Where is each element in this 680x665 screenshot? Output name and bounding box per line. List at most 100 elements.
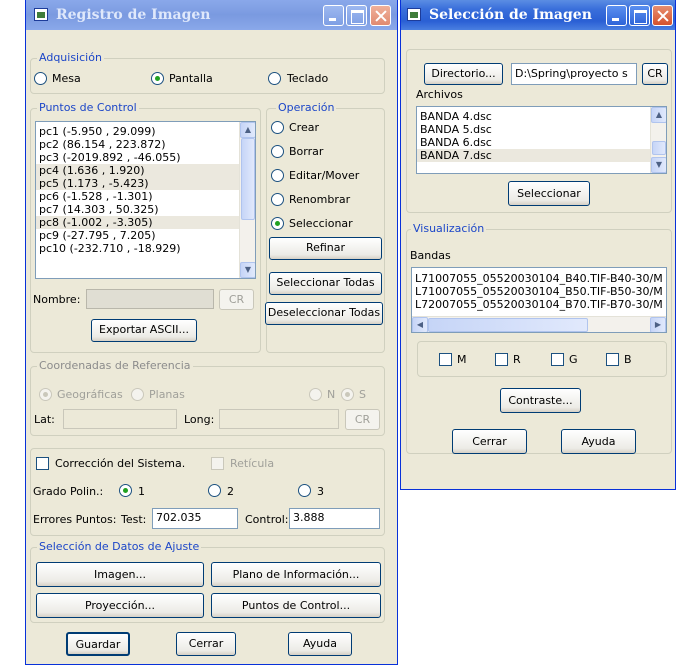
radio-grado-2[interactable] — [208, 484, 221, 497]
radio-grado-1[interactable] — [119, 484, 132, 497]
test-field[interactable]: 702.035 — [152, 508, 238, 529]
list-item[interactable]: BANDA 7.dsc — [417, 149, 666, 162]
operacion-legend: Operación — [276, 101, 337, 114]
radio-editar-mover[interactable] — [271, 169, 284, 182]
scroll-down-icon[interactable]: ▼ — [240, 262, 255, 278]
list-item[interactable]: BANDA 6.dsc — [417, 136, 666, 149]
visualizacion-group: Visualización Bandas L71007055_055200301… — [406, 222, 672, 454]
guardar-button[interactable]: Guardar — [66, 632, 130, 656]
reticula-checkbox[interactable] — [211, 457, 224, 470]
seleccion-datos-legend: Selección de Datos de Ajuste — [37, 540, 202, 553]
seleccion-cerrar-button[interactable]: Cerrar — [452, 429, 527, 454]
seleccion-title: Selección de Imagen — [429, 7, 592, 23]
list-item[interactable]: L71007055_05520030104_B50.TIF-B50-30/M — [412, 285, 666, 298]
seleccionar-button[interactable]: Seleccionar — [508, 181, 590, 206]
puntos-de-control-button[interactable]: Puntos de Control... — [211, 593, 381, 618]
scroll-up-icon[interactable]: ▲ — [651, 107, 666, 123]
list-item[interactable]: pc9 (-27.795 , 7.205) — [36, 229, 255, 242]
scroll-thumb[interactable] — [241, 138, 255, 220]
list-item[interactable]: pc8 (-1.002 , -3.305) — [36, 216, 255, 229]
proyeccion-button[interactable]: Proyección... — [36, 593, 204, 618]
radio-mesa[interactable] — [34, 72, 47, 85]
check-b[interactable] — [606, 353, 619, 366]
imagen-button[interactable]: Imagen... — [36, 562, 204, 587]
radio-borrar[interactable] — [271, 145, 284, 158]
close-button[interactable] — [652, 5, 673, 26]
list-item[interactable]: pc3 (-2019.892 , -46.055) — [36, 151, 255, 164]
seleccion-datos-group: Selección de Datos de Ajuste Imagen... P… — [30, 540, 385, 623]
list-item[interactable]: BANDA 5.dsc — [417, 123, 666, 136]
directorio-field[interactable]: D:\Spring\proyecto s — [511, 63, 637, 85]
radio-grado-1-label: 1 — [138, 485, 145, 498]
radio-crear[interactable] — [271, 121, 284, 134]
list-item[interactable]: pc4 (1.636 , 1.920) — [36, 164, 255, 177]
nombre-field[interactable] — [86, 289, 214, 309]
long-field[interactable] — [219, 409, 339, 429]
list-item[interactable]: pc5 (1.173 , -5.423) — [36, 177, 255, 190]
list-item[interactable]: L72007055_05520030104_B70.TIF-B70-30/M — [412, 298, 666, 311]
seleccion-titlebar[interactable]: Selección de Imagen — [401, 0, 675, 30]
bandas-hscrollbar[interactable]: ◀ ▶ — [412, 316, 666, 332]
radio-borrar-label: Borrar — [289, 145, 324, 158]
deseleccionar-todas-button[interactable]: Deseleccionar Todas — [265, 302, 383, 325]
lat-field[interactable] — [63, 409, 177, 429]
visualizacion-legend: Visualización — [411, 222, 487, 235]
archivos-list[interactable]: BANDA 4.dsc BANDA 5.dsc BANDA 6.dsc BAND… — [416, 106, 667, 174]
ayuda-button[interactable]: Ayuda — [288, 632, 352, 656]
radio-geograficas[interactable] — [39, 388, 52, 401]
check-m[interactable] — [439, 353, 452, 366]
coordenadas-group: Coordenadas de Referencia Geográficas Pl… — [30, 359, 385, 436]
cerrar-button[interactable]: Cerrar — [176, 632, 236, 656]
correccion-label: Corrección del Sistema. — [55, 457, 186, 470]
exportar-ascii-button[interactable]: Exportar ASCII... — [91, 319, 197, 342]
seleccionar-todas-button[interactable]: Seleccionar Todas — [269, 272, 382, 295]
radio-n[interactable] — [309, 388, 322, 401]
radio-seleccionar[interactable] — [271, 217, 284, 230]
radio-grado-3[interactable] — [298, 484, 311, 497]
refinar-button[interactable]: Refinar — [269, 237, 382, 260]
scroll-down-icon[interactable]: ▼ — [651, 157, 666, 173]
directorio-cr-button[interactable]: CR — [642, 63, 668, 85]
contraste-button[interactable]: Contraste... — [500, 388, 581, 413]
scroll-thumb[interactable] — [652, 141, 666, 155]
scroll-left-icon[interactable]: ◀ — [412, 317, 428, 332]
minimize-button[interactable] — [606, 5, 627, 26]
registro-titlebar[interactable]: Registro de Imagen — [26, 0, 397, 30]
list-item[interactable]: pc2 (86.154 , 223.872) — [36, 138, 255, 151]
list-item[interactable]: pc1 (-5.950 , 29.099) — [36, 125, 255, 138]
maximize-button[interactable] — [629, 5, 650, 26]
radio-s[interactable] — [341, 388, 354, 401]
check-g[interactable] — [551, 353, 564, 366]
scroll-thumb[interactable] — [428, 318, 588, 332]
minimize-button[interactable] — [323, 5, 344, 26]
bandas-label: Bandas — [410, 249, 451, 262]
scroll-right-icon[interactable]: ▶ — [650, 317, 666, 332]
radio-planas[interactable] — [131, 388, 144, 401]
puntos-scrollbar[interactable]: ▲ ▼ — [239, 122, 255, 278]
nombre-cr-button[interactable]: CR — [219, 289, 254, 310]
seleccion-ayuda-button[interactable]: Ayuda — [561, 429, 636, 454]
directorio-button[interactable]: Directorio... — [424, 63, 503, 85]
check-g-label: G — [569, 353, 578, 366]
correccion-checkbox[interactable] — [36, 457, 49, 470]
bandas-list[interactable]: L71007055_05520030104_B40.TIF-B40-30/M L… — [411, 267, 667, 333]
check-r[interactable] — [495, 353, 508, 366]
radio-n-label: N — [327, 388, 336, 401]
list-item[interactable]: pc6 (-1.528 , -1.301) — [36, 190, 255, 203]
archivos-scrollbar[interactable]: ▲ ▼ — [650, 107, 666, 173]
radio-pantalla[interactable] — [151, 72, 164, 85]
test-label: Test: — [121, 513, 147, 526]
maximize-button[interactable] — [346, 5, 367, 26]
list-item[interactable]: pc10 (-232.710 , -18.929) — [36, 242, 255, 255]
puntos-control-list[interactable]: pc1 (-5.950 , 29.099) pc2 (86.154 , 223.… — [35, 121, 256, 279]
radio-renombrar[interactable] — [271, 193, 284, 206]
close-button[interactable] — [370, 5, 391, 26]
list-item[interactable]: L71007055_05520030104_B40.TIF-B40-30/M — [412, 272, 666, 285]
list-item[interactable]: BANDA 4.dsc — [417, 110, 666, 123]
radio-teclado[interactable] — [268, 72, 281, 85]
control-field[interactable]: 3.888 — [289, 508, 380, 529]
coordenadas-cr-button[interactable]: CR — [345, 409, 380, 430]
list-item[interactable]: pc7 (14.303 , 50.325) — [36, 203, 255, 216]
scroll-up-icon[interactable]: ▲ — [240, 122, 255, 138]
plano-informacion-button[interactable]: Plano de Información... — [211, 562, 381, 587]
